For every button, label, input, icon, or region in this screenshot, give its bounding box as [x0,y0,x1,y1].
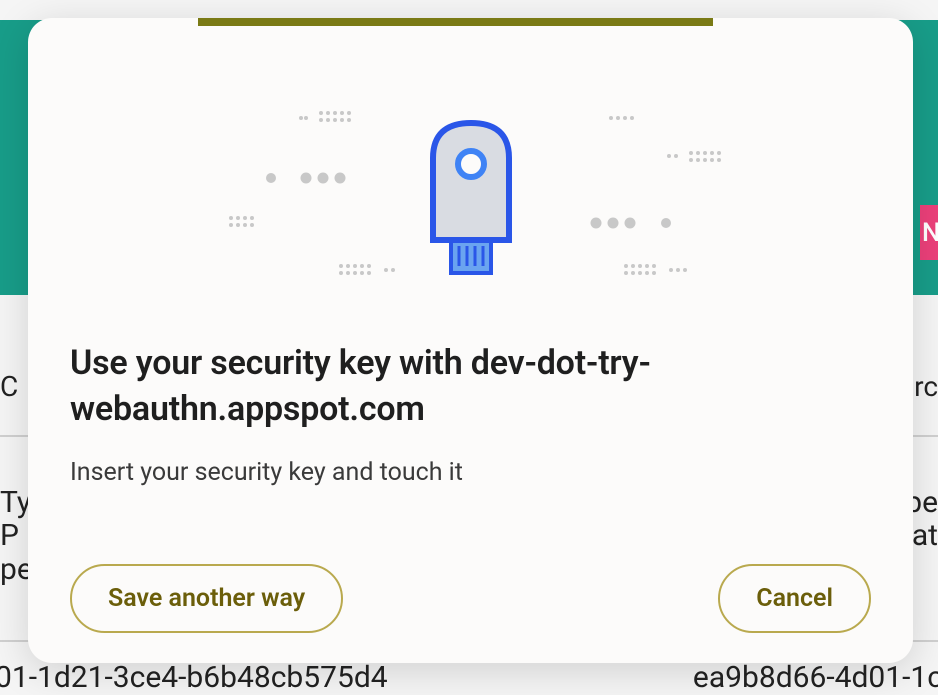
security-key-icon [211,88,731,288]
save-another-way-button[interactable]: Save another way [70,564,343,633]
bg-text-fragment: at [912,518,938,553]
new-badge: N [920,205,938,260]
dialog-title: Use your security key with dev-dot-try-w… [70,341,871,433]
bg-text-fragment: C [0,370,18,403]
illustration-area [28,63,913,313]
bg-id-text: 01-1d21-3ce4-b6b48cb575d4 [0,660,388,695]
bg-id-text: ea9b8d66-4d01-1c [693,660,938,695]
bg-text-fragment: rc [914,370,938,403]
dialog-button-row: Save another way Cancel [70,564,871,633]
dialog-subtitle: Insert your security key and touch it [70,455,871,490]
security-key-dialog: Use your security key with dev-dot-try-w… [28,18,913,663]
cancel-button[interactable]: Cancel [718,564,871,633]
bg-text-fragment: Ty [0,485,31,520]
bg-text-fragment: P [0,518,19,553]
dialog-accent-bar [198,18,713,26]
